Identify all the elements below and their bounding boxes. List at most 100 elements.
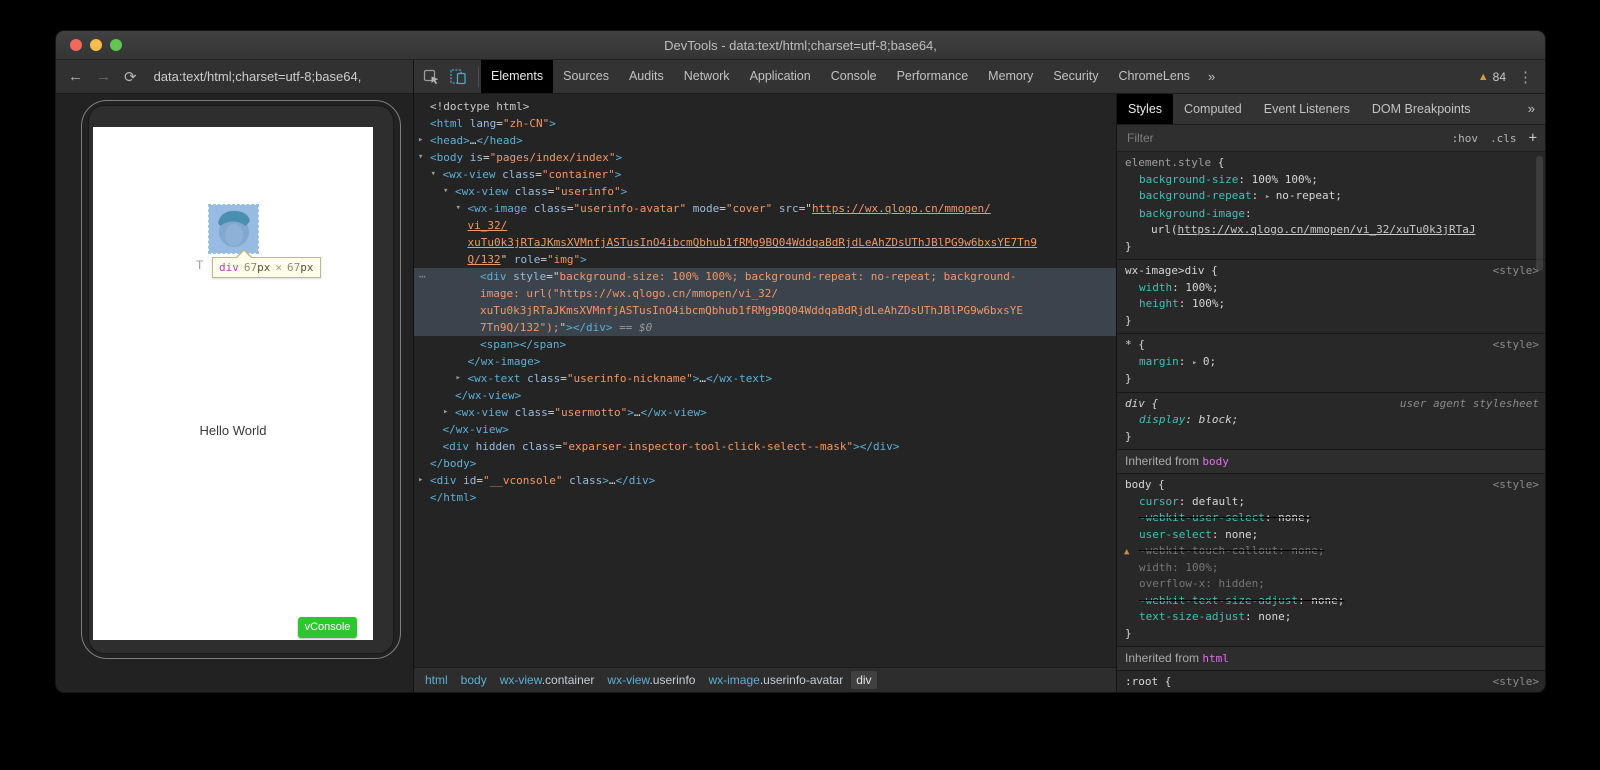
tree-line[interactable]: ▸<div id="__vconsole" class>…</div> (414, 472, 1116, 489)
rule-origin[interactable]: <style> (1493, 263, 1539, 280)
tree-line[interactable]: <!doctype html> (414, 98, 1116, 115)
rule-selector[interactable]: :root {<style> (1117, 674, 1545, 691)
rule-origin[interactable]: <style> (1493, 674, 1539, 691)
forward-icon[interactable]: → (96, 68, 111, 85)
tree-line[interactable]: ▸<wx-text class="userinfo-nickname">…</w… (414, 370, 1116, 387)
collapse-arrow-icon[interactable]: ▾ (443, 183, 448, 200)
node-link[interactable]: html (1202, 652, 1229, 665)
breadcrumb-wx-view[interactable]: wx-view.container (495, 671, 600, 689)
sidebar-tab-dom-breakpoints[interactable]: DOM Breakpoints (1361, 94, 1482, 124)
tree-line[interactable]: vi_32/ (414, 217, 1116, 234)
tab-audits[interactable]: Audits (619, 60, 674, 93)
tree-line[interactable]: image: url("https://wx.qlogo.cn/mmopen/v… (414, 285, 1116, 302)
breadcrumb-wx-view[interactable]: wx-view.userinfo (602, 671, 700, 689)
expand-arrow-icon[interactable]: ▸ (418, 132, 423, 149)
expand-arrow-icon[interactable]: ▸ (443, 404, 448, 421)
node-link[interactable]: body (1202, 455, 1229, 468)
tab-performance[interactable]: Performance (887, 60, 979, 93)
rule-origin[interactable]: user agent stylesheet (1400, 396, 1539, 413)
rule-selector[interactable]: element.style { (1117, 155, 1545, 172)
rule-selector[interactable]: wx-image>div {<style> (1117, 263, 1545, 280)
tab-security[interactable]: Security (1043, 60, 1108, 93)
tree-line[interactable]: <html lang="zh-CN"> (414, 115, 1116, 132)
tree-line[interactable]: ▸<wx-view class="usermotto">…</wx-view> (414, 404, 1116, 421)
breadcrumb-wx-image[interactable]: wx-image.userinfo-avatar (703, 671, 848, 689)
css-property[interactable]: display: block; (1117, 412, 1545, 429)
more-tabs-icon[interactable]: » (1200, 60, 1223, 93)
css-property[interactable]: cursor: default; (1117, 494, 1545, 511)
css-property[interactable]: width: 100%; (1117, 280, 1545, 297)
tab-elements[interactable]: Elements (481, 60, 553, 93)
rule-origin[interactable]: <style> (1493, 337, 1539, 354)
collapse-arrow-icon[interactable]: ▾ (418, 149, 423, 166)
css-property[interactable]: background-image: (1117, 206, 1545, 223)
tab-sources[interactable]: Sources (553, 60, 619, 93)
expand-arrow-icon[interactable]: ▸ (456, 370, 461, 387)
css-property[interactable]: text-size-adjust: none; (1117, 609, 1545, 626)
rule-selector[interactable]: * {<style> (1117, 337, 1545, 354)
css-property[interactable]: background-size: 100% 100%; (1117, 172, 1545, 189)
collapse-arrow-icon[interactable]: ▾ (456, 200, 461, 217)
css-property[interactable]: -webkit-text-size-adjust: none; (1117, 593, 1545, 610)
rule-selector[interactable]: body {<style> (1117, 477, 1545, 494)
close-window-button[interactable] (70, 39, 82, 51)
rule-selector[interactable]: div {user agent stylesheet (1117, 396, 1545, 413)
css-property[interactable]: background-repeat: ▸ no-repeat; (1117, 188, 1545, 206)
tree-line[interactable]: ▾<wx-view class="container"> (414, 166, 1116, 183)
tree-line[interactable]: ⋯<div style="background-size: 100% 100%;… (414, 268, 1116, 285)
element-classes-button[interactable]: .cls (1490, 132, 1517, 145)
inspect-element-icon[interactable] (423, 68, 440, 85)
tree-line[interactable]: 7Tn9Q/132");"></div> == $0 (414, 319, 1116, 336)
window-titlebar[interactable]: DevTools - data:text/html;charset=utf-8;… (56, 31, 1545, 60)
styles-filter-input[interactable] (1125, 130, 1442, 146)
tab-network[interactable]: Network (674, 60, 740, 93)
tree-line[interactable]: <div hidden class="exparser-inspector-to… (414, 438, 1116, 455)
tree-line[interactable]: <span></span> (414, 336, 1116, 353)
expand-arrow-icon[interactable]: ▸ (418, 472, 423, 489)
address-bar[interactable]: data:text/html;charset=utf-8;base64, (154, 69, 362, 84)
toggle-element-state-button[interactable]: :hov (1452, 132, 1479, 145)
css-property[interactable]: ▲-webkit-touch-callout: none; (1117, 543, 1545, 560)
tab-application[interactable]: Application (740, 60, 821, 93)
tree-line[interactable]: ▾<wx-image class="userinfo-avatar" mode=… (414, 200, 1116, 217)
warnings-badge[interactable]: ▲ 84 (1478, 70, 1506, 84)
breadcrumb-div[interactable]: div (851, 671, 876, 689)
tab-memory[interactable]: Memory (978, 60, 1043, 93)
reload-icon[interactable]: ⟳ (124, 68, 137, 86)
tab-console[interactable]: Console (821, 60, 887, 93)
css-property[interactable]: user-select: none; (1117, 527, 1545, 544)
css-property[interactable]: --safe-area-inset-top: env(safe-area-ins… (1117, 691, 1545, 693)
back-icon[interactable]: ← (68, 68, 83, 85)
tree-line[interactable]: </wx-view> (414, 387, 1116, 404)
tab-chromelens[interactable]: ChromeLens (1108, 60, 1200, 93)
sidebar-tab-styles[interactable]: Styles (1117, 94, 1173, 124)
tree-line[interactable]: </html> (414, 489, 1116, 506)
breadcrumb-html[interactable]: html (420, 671, 453, 689)
css-property[interactable]: url(https://wx.qlogo.cn/mmopen/vi_32/xuT… (1117, 222, 1545, 239)
css-property[interactable]: height: 100%; (1117, 296, 1545, 313)
toggle-device-toolbar-icon[interactable] (449, 68, 467, 85)
css-property[interactable]: width: 100%; (1117, 560, 1545, 577)
rule-origin[interactable]: <style> (1493, 477, 1539, 494)
userinfo-avatar-image[interactable] (209, 205, 258, 253)
collapse-arrow-icon[interactable]: ▾ (431, 166, 436, 183)
tree-line[interactable]: ▾<wx-view class="userinfo"> (414, 183, 1116, 200)
vconsole-button[interactable]: vConsole (298, 617, 357, 638)
tree-line[interactable]: </wx-image> (414, 353, 1116, 370)
tree-line[interactable]: xuTu0k3jRTaJKmsXVMnfjASTusInO4ibcmQbhub1… (414, 302, 1116, 319)
css-property[interactable]: overflow-x: hidden; (1117, 576, 1545, 593)
breadcrumb-body[interactable]: body (456, 671, 492, 689)
new-style-rule-button[interactable]: + (1529, 130, 1537, 146)
zoom-window-button[interactable] (110, 39, 122, 51)
tree-line[interactable]: ▸<head>…</head> (414, 132, 1116, 149)
devtools-menu-icon[interactable]: ⋮ (1518, 68, 1533, 86)
tree-line[interactable]: xuTu0k3jRTaJKmsXVMnfjASTusInO4ibcmQbhub1… (414, 234, 1116, 251)
tree-line[interactable]: </body> (414, 455, 1116, 472)
sidebar-tab-computed[interactable]: Computed (1173, 94, 1253, 124)
tree-line[interactable]: </wx-view> (414, 421, 1116, 438)
tree-line[interactable]: ▾<body is="pages/index/index"> (414, 149, 1116, 166)
styles-scrollbar[interactable] (1536, 156, 1543, 271)
more-sidebar-tabs-icon[interactable]: » (1522, 94, 1541, 124)
sidebar-tab-event-listeners[interactable]: Event Listeners (1253, 94, 1361, 124)
css-property[interactable]: margin: ▸ 0; (1117, 354, 1545, 372)
